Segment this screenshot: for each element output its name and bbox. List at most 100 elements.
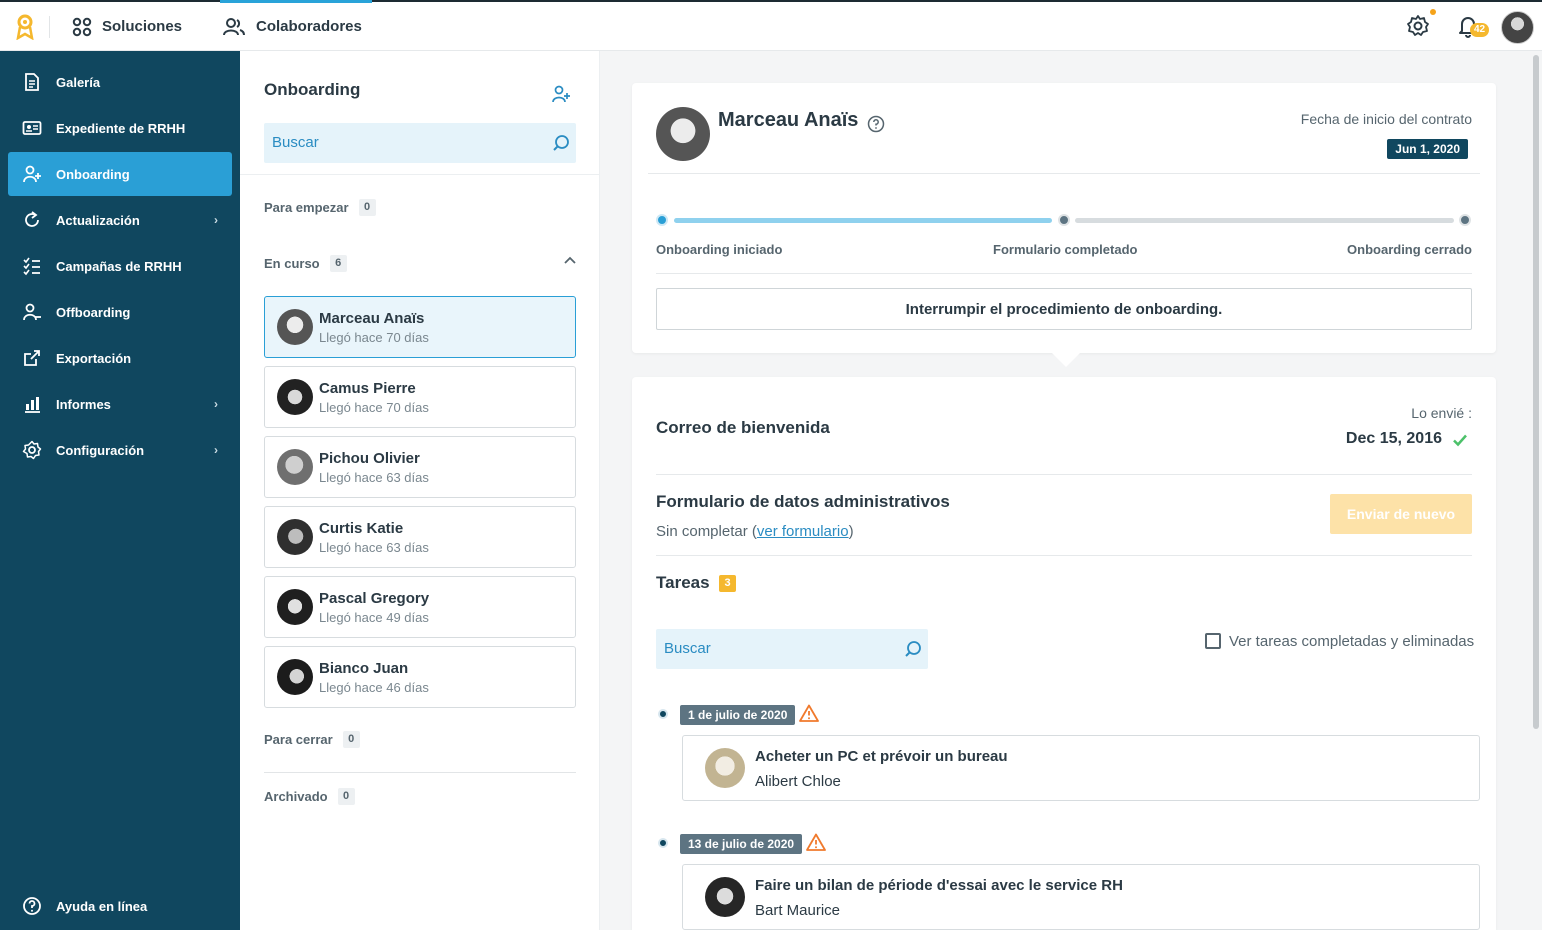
employee-header-card: Marceau Anaïs Fecha de inicio del contra… (632, 83, 1496, 367)
avatar (705, 877, 745, 917)
divider (656, 273, 1472, 274)
scrollbar-thumb[interactable] (1533, 55, 1539, 729)
sidebar-item-label: Informes (56, 396, 111, 412)
checklist-icon (23, 257, 40, 276)
form-status: Sin completar (ver formulario) (656, 523, 854, 540)
user-avatar[interactable] (1501, 11, 1534, 44)
nav-soluciones-label: Soluciones (102, 18, 183, 35)
app-logo-icon[interactable] (14, 14, 36, 40)
admin-form-title: Formulario de datos administrativos (656, 492, 950, 511)
contract-start-date: Jun 1, 2020 (1387, 139, 1468, 159)
task-assignee: Bart Maurice (755, 902, 841, 919)
person-card[interactable]: Camus Pierre Llegó hace 70 días (264, 366, 576, 428)
chevron-up-icon[interactable] (564, 256, 576, 264)
avatar (277, 659, 313, 695)
progress-step-dot (1058, 214, 1070, 226)
tasks-count-badge: 3 (719, 575, 736, 592)
top-bar: Soluciones Colaboradores 42 (0, 0, 1542, 51)
nav-soluciones[interactable]: Soluciones (72, 2, 182, 51)
show-completed-label[interactable]: Ver tareas completadas y eliminadas (1229, 633, 1474, 650)
timeline-dot (658, 709, 668, 719)
sidebar-item-expediente[interactable]: Expediente de RRHH (8, 106, 232, 150)
id-card-icon (22, 121, 42, 135)
section-archivado[interactable]: Archivado 0 (264, 788, 355, 805)
users-icon (223, 17, 245, 35)
person-card[interactable]: Bianco Juan Llegó hace 46 días (264, 646, 576, 708)
sidebar-item-galeria[interactable]: Galería (8, 60, 232, 104)
sidebar-item-offboarding[interactable]: Offboarding (8, 290, 232, 334)
task-date-tag: 1 de julio de 2020 (680, 705, 796, 725)
sidebar-item-exportacion[interactable]: Exportación (8, 336, 232, 380)
help-icon[interactable] (867, 115, 885, 133)
person-name: Marceau Anaïs (319, 310, 425, 327)
sidebar-item-informes[interactable]: Informes › (8, 382, 232, 426)
sidebar-item-label: Campañas de RRHH (56, 258, 182, 274)
sidebar-item-configuracion[interactable]: Configuración › (8, 428, 232, 472)
task-title: Faire un bilan de période d'essai avec l… (755, 877, 1123, 894)
settings-gear-icon[interactable] (1406, 14, 1430, 38)
nav-colaboradores-label: Colaboradores (256, 18, 362, 35)
export-icon (24, 350, 40, 366)
search-placeholder: Buscar (272, 134, 319, 151)
welcome-email-title: Correo de bienvenida (656, 418, 830, 437)
onboarding-details-card: Correo de bienvenida Lo envié : Dec 15, … (632, 377, 1496, 930)
divider (264, 772, 576, 773)
document-icon (25, 73, 39, 91)
sent-label: Lo envié : (1411, 405, 1472, 421)
sidebar-help-link[interactable]: Ayuda en línea (8, 884, 232, 928)
avatar (277, 309, 313, 345)
task-card[interactable]: Acheter un PC et prévoir un bureau Alibe… (682, 735, 1480, 801)
person-card[interactable]: Curtis Katie Llegó hace 63 días (264, 506, 576, 568)
person-name: Pascal Gregory (319, 590, 430, 607)
check-icon (1453, 434, 1467, 447)
search-icon[interactable] (552, 134, 570, 152)
section-en-curso[interactable]: En curso 6 (264, 255, 347, 272)
sidebar-item-campanas[interactable]: Campañas de RRHH (8, 244, 232, 288)
sidebar-item-onboarding[interactable]: Onboarding (8, 152, 232, 196)
interrupt-onboarding-button[interactable]: Interrumpir el procedimiento de onboardi… (656, 288, 1472, 330)
search-placeholder: Buscar (664, 640, 711, 657)
task-assignee: Alibert Chloe (755, 773, 841, 790)
contract-start-label: Fecha de inicio del contrato (1300, 111, 1472, 127)
sidebar-item-label: Galería (56, 74, 101, 90)
person-arrival: Llegó hace 63 días (319, 470, 429, 485)
show-completed-checkbox[interactable] (1205, 633, 1221, 649)
refresh-icon (25, 211, 39, 227)
employee-search-input[interactable]: Buscar (264, 123, 576, 163)
view-form-link[interactable]: ver formulario (757, 523, 849, 540)
section-para-empezar[interactable]: Para empezar 0 (264, 199, 376, 216)
person-arrival: Llegó hace 46 días (319, 680, 429, 695)
form-status-prefix: Sin completar ( (656, 523, 757, 540)
section-label: En curso (264, 256, 320, 271)
person-arrival: Llegó hace 49 días (319, 610, 429, 625)
tasks-title: Tareas (656, 573, 710, 592)
divider (656, 555, 1472, 556)
chevron-right-icon: › (214, 443, 218, 457)
help-circle-icon (23, 897, 41, 915)
nav-colaboradores[interactable]: Colaboradores (220, 0, 372, 51)
person-card[interactable]: Pichou Olivier Llegó hace 63 días (264, 436, 576, 498)
search-icon[interactable] (904, 640, 922, 658)
user-add-icon (23, 165, 41, 183)
person-card[interactable]: Pascal Gregory Llegó hace 49 días (264, 576, 576, 638)
main-scrollbar[interactable] (1530, 51, 1542, 930)
section-label: Archivado (264, 789, 328, 804)
person-name: Curtis Katie (319, 520, 404, 537)
task-search-input[interactable]: Buscar (656, 629, 928, 669)
person-arrival: Llegó hace 63 días (319, 540, 429, 555)
divider (648, 173, 1480, 174)
add-user-icon[interactable] (551, 85, 571, 103)
avatar (277, 449, 313, 485)
sidebar-item-actualizacion[interactable]: Actualización › (8, 198, 232, 242)
task-card[interactable]: Faire un bilan de période d'essai avec l… (682, 864, 1480, 930)
progress-step-label: Onboarding iniciado (656, 242, 783, 257)
progress-segment (1075, 218, 1454, 223)
resend-button[interactable]: Enviar de nuevo (1330, 494, 1472, 534)
person-card[interactable]: Marceau Anaïs Llegó hace 70 días (264, 296, 576, 358)
section-para-cerrar[interactable]: Para cerrar 0 (264, 731, 360, 748)
sent-date: Dec 15, 2016 (1345, 430, 1442, 447)
timeline-dot (658, 838, 668, 848)
employee-name: Marceau Anaïs (718, 109, 859, 131)
sidebar-item-label: Offboarding (56, 304, 131, 320)
avatar (277, 589, 313, 625)
